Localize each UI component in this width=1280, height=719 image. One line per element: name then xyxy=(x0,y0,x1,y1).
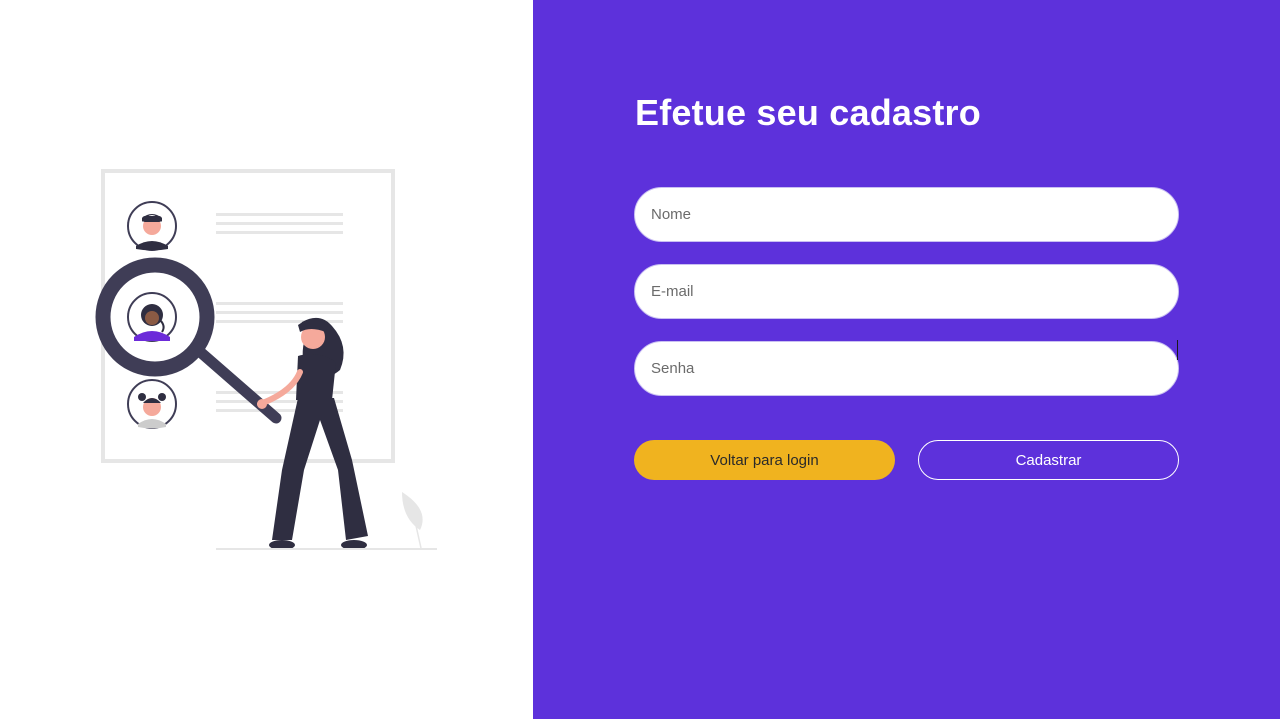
signup-page: Efetue seu cadastro Voltar para login Ca… xyxy=(0,0,1280,719)
form-title: Efetue seu cadastro xyxy=(635,92,981,133)
illustration-panel xyxy=(0,0,533,719)
email-input[interactable] xyxy=(634,264,1179,319)
password-input[interactable] xyxy=(634,341,1179,396)
back-to-login-button[interactable]: Voltar para login xyxy=(634,440,895,480)
signup-form-panel: Efetue seu cadastro Voltar para login Ca… xyxy=(533,0,1280,719)
profile-search-illustration-icon xyxy=(95,169,437,550)
register-button[interactable]: Cadastrar xyxy=(918,440,1179,480)
name-input[interactable] xyxy=(634,187,1179,242)
text-cursor xyxy=(1177,340,1178,360)
